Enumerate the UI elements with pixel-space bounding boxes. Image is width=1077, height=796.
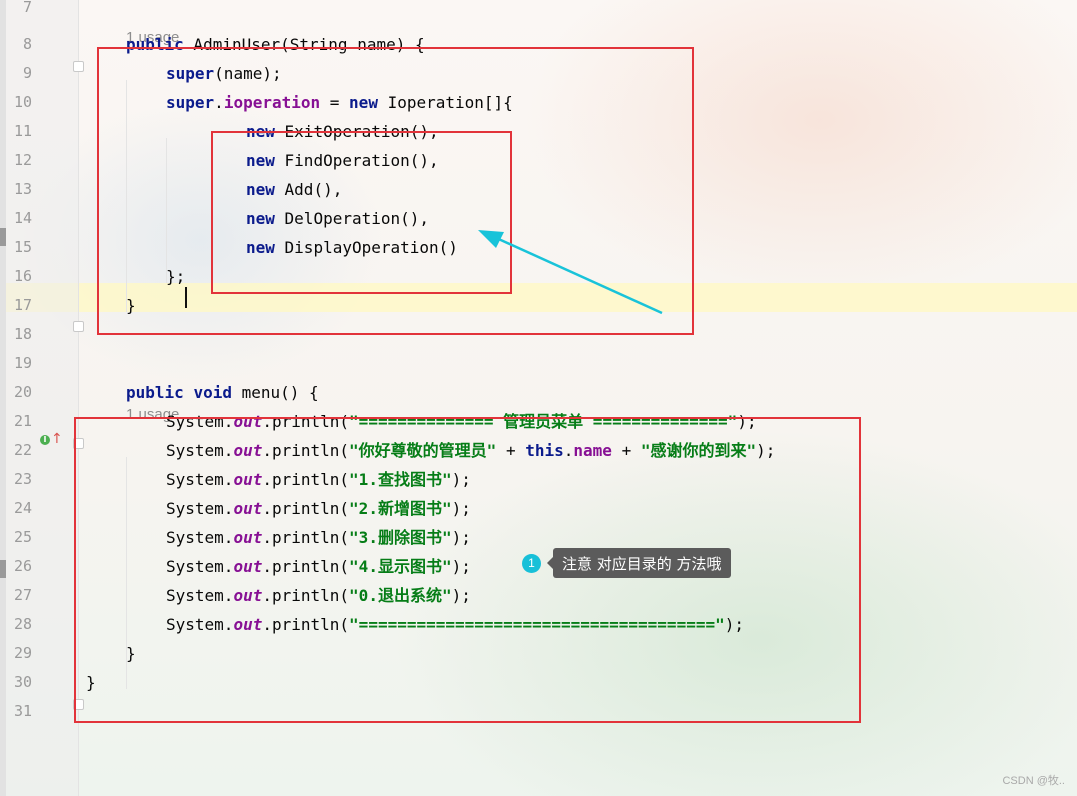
arrow-head (478, 230, 504, 248)
watermark: CSDN @牧.. (1002, 775, 1065, 787)
annotation-text: 注意 对应目录的 方法哦 (547, 548, 731, 578)
annotation-arrow (478, 230, 663, 315)
annotation-callout: 1 注意 对应目录的 方法哦 (522, 548, 731, 578)
annotation-number-badge: 1 (522, 553, 541, 573)
arrow-shaft (491, 234, 663, 315)
